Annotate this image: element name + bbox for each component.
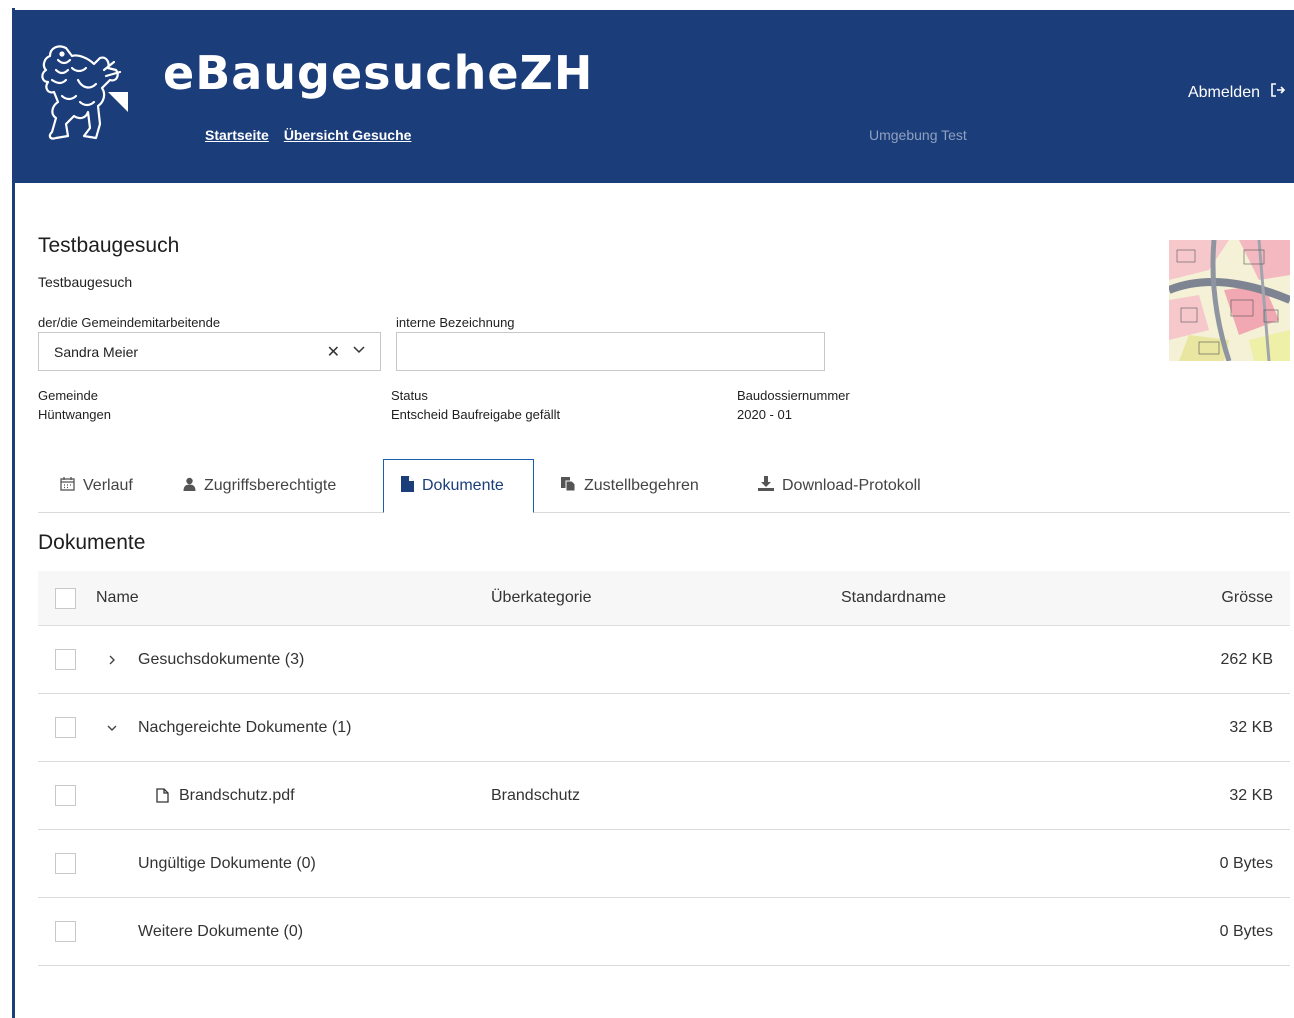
row-checkbox[interactable] — [55, 921, 76, 942]
chevron-down-icon[interactable] — [106, 694, 118, 761]
row-category: Brandschutz — [491, 786, 580, 804]
tab-zugriffsberechtigte[interactable]: Zugriffsberechtigte — [183, 459, 336, 513]
row-size: 0 Bytes — [1219, 922, 1273, 940]
logout-icon — [1270, 82, 1286, 103]
column-header-size[interactable]: Grösse — [1221, 571, 1273, 625]
documents-table: Name Überkategorie Standardname Grösse G… — [38, 571, 1290, 966]
employee-select[interactable]: Sandra Meier ✕ — [38, 332, 381, 371]
row-name[interactable]: Brandschutz.pdf — [179, 762, 295, 829]
table-header: Name Überkategorie Standardname Grösse — [38, 571, 1290, 626]
table-row[interactable]: Brandschutz.pdf Brandschutz 32 KB — [38, 762, 1290, 830]
calendar-icon — [60, 476, 75, 496]
row-size: 0 Bytes — [1219, 854, 1273, 872]
employee-select-value: Sandra Meier — [54, 343, 139, 360]
status-label: Status — [391, 388, 428, 403]
tab-zustellbegehren[interactable]: Zustellbegehren — [560, 459, 699, 513]
documents-section-title: Dokumente — [38, 531, 146, 554]
select-all-checkbox[interactable] — [55, 588, 76, 609]
user-icon — [183, 477, 196, 496]
tab-verlauf-label: Verlauf — [83, 477, 133, 494]
tab-download-protokoll[interactable]: Download-Protokoll — [758, 459, 921, 513]
row-size: 262 KB — [1220, 650, 1273, 668]
app-title: eBaugesucheZH — [163, 46, 594, 100]
row-checkbox[interactable] — [55, 785, 76, 806]
row-name: Nachgereichte Dokumente (1) — [138, 718, 352, 736]
tab-zustellbegehren-label: Zustellbegehren — [584, 477, 699, 494]
row-name: Ungültige Dokumente (0) — [138, 854, 316, 872]
dossier-label: Baudossiernummer — [737, 388, 850, 403]
page-title: Testbaugesuch — [38, 234, 180, 257]
column-header-name[interactable]: Name — [96, 571, 139, 625]
employee-label: der/die Gemeindemitarbeitende — [38, 315, 221, 330]
nav-link-startseite[interactable]: Startseite — [205, 127, 269, 143]
page-subtitle: Testbaugesuch — [38, 274, 133, 290]
environment-label: Umgebung Test — [869, 127, 967, 143]
internal-label: interne Bezeichnung — [396, 315, 515, 330]
gemeinde-label: Gemeinde — [38, 388, 98, 403]
tab-download-protokoll-label: Download-Protokoll — [782, 477, 921, 494]
chevron-down-icon[interactable] — [352, 342, 366, 359]
chevron-right-icon[interactable] — [106, 626, 118, 693]
copy-icon — [560, 476, 576, 497]
tab-bar: Verlauf Zugriffsberechtigte Dokumente Zu… — [38, 459, 1290, 513]
tab-zugriffsberechtigte-label: Zugriffsberechtigte — [204, 477, 337, 494]
tab-verlauf[interactable]: Verlauf — [60, 459, 133, 513]
column-header-category[interactable]: Überkategorie — [491, 571, 592, 625]
file-icon — [156, 762, 169, 829]
gemeinde-value: Hüntwangen — [38, 407, 111, 422]
row-size: 32 KB — [1229, 786, 1273, 804]
tab-dokumente[interactable]: Dokumente — [383, 459, 534, 513]
nav-link-uebersicht-gesuche[interactable]: Übersicht Gesuche — [284, 127, 412, 143]
logout-label: Abmelden — [1187, 83, 1260, 101]
row-name: Weitere Dokumente (0) — [138, 922, 304, 940]
main-nav: Startseite Übersicht Gesuche — [205, 127, 411, 143]
row-size: 32 KB — [1229, 718, 1273, 736]
row-checkbox[interactable] — [55, 717, 76, 738]
download-icon — [758, 476, 774, 496]
clear-icon[interactable]: ✕ — [327, 342, 340, 362]
row-checkbox[interactable] — [55, 853, 76, 874]
table-row[interactable]: Gesuchsdokumente (3) 262 KB — [38, 626, 1290, 694]
column-header-standardname[interactable]: Standardname — [841, 571, 946, 625]
dossier-value: 2020 - 01 — [737, 407, 792, 422]
row-checkbox[interactable] — [55, 649, 76, 670]
table-row[interactable]: Weitere Dokumente (0) 0 Bytes — [38, 898, 1290, 966]
status-value: Entscheid Baufreigabe gefällt — [391, 407, 561, 422]
table-row[interactable]: Ungültige Dokumente (0) 0 Bytes — [38, 830, 1290, 898]
map-thumbnail[interactable] — [1169, 240, 1290, 361]
app-header: eBaugesucheZH Startseite Übersicht Gesuc… — [12, 10, 1294, 183]
zurich-lion-logo-icon[interactable] — [28, 40, 128, 150]
logout-button[interactable]: Abmelden — [1188, 82, 1286, 103]
document-icon — [401, 475, 414, 497]
table-row[interactable]: Nachgereichte Dokumente (1) 32 KB — [38, 694, 1290, 762]
tab-dokumente-label: Dokumente — [422, 477, 504, 494]
row-name: Gesuchsdokumente (3) — [138, 650, 305, 668]
internal-designation-input[interactable] — [396, 332, 825, 371]
